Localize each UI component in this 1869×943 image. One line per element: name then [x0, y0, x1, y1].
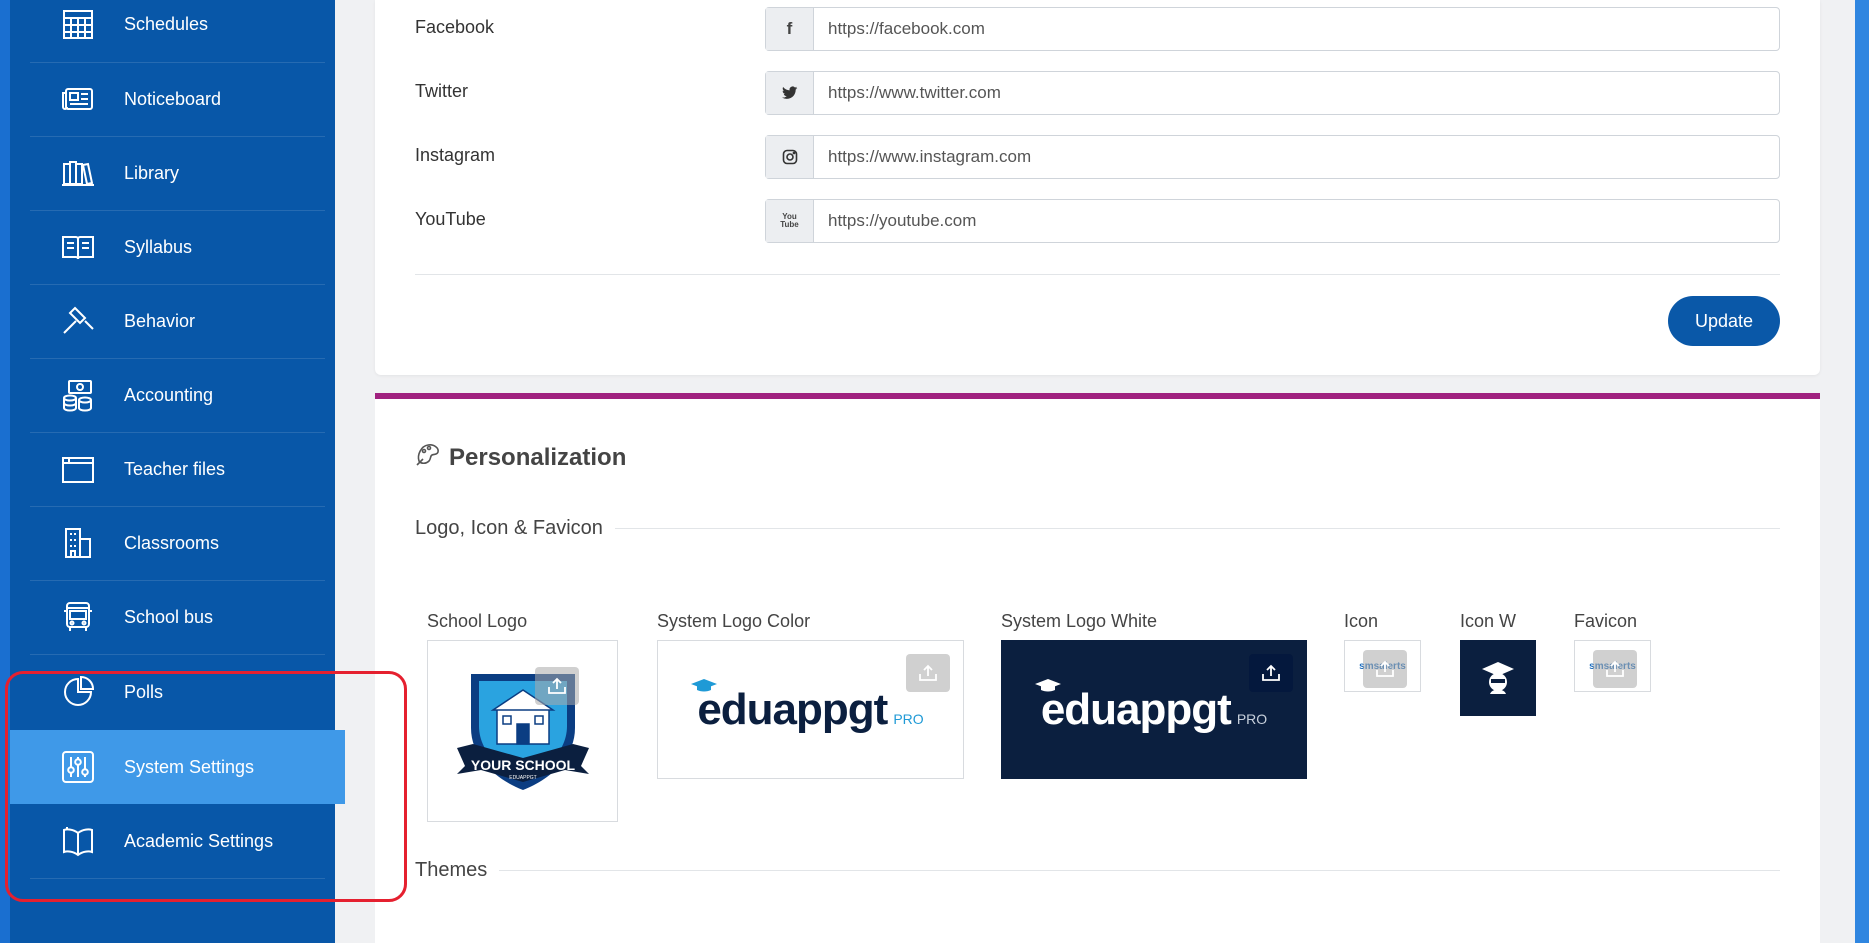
instagram-label: Instagram [415, 145, 496, 165]
logo-section-header: Logo, Icon & Favicon [415, 517, 1780, 540]
upload-icon[interactable] [535, 667, 579, 705]
sidebar-item-label: Noticeboard [124, 88, 222, 109]
twitter-input-group [765, 71, 1780, 115]
school-logo-preview[interactable]: YOUR SCHOOL EDUAPPGT [427, 640, 618, 822]
sidebar-item-accounting[interactable]: Accounting [10, 358, 325, 432]
sidebar-item-schedules[interactable]: Schedules [10, 0, 325, 61]
bus-icon [60, 599, 96, 635]
instagram-icon [766, 136, 814, 178]
svg-text:YOUR SCHOOL: YOUR SCHOOL [470, 757, 575, 773]
icon-w-preview[interactable] [1460, 640, 1536, 716]
twitter-url-field[interactable] [814, 72, 1779, 114]
scrollbar-track[interactable] [1855, 0, 1869, 943]
palette-icon [415, 441, 441, 474]
icon-block: Icon smsalerts [1344, 611, 1421, 692]
sidebar-item-behavior[interactable]: Behavior [10, 284, 325, 358]
youtube-icon: You Tube [766, 200, 814, 242]
sidebar-item-label: Classrooms [124, 532, 220, 553]
favicon-preview[interactable]: smsalerts [1574, 640, 1651, 692]
gavel-icon [60, 303, 96, 339]
icon-label: Icon [1344, 611, 1379, 631]
youtube-url-field[interactable] [814, 200, 1779, 242]
brand-logo: eduappgt PRO [1034, 678, 1267, 735]
graduation-cap-icon [691, 678, 718, 698]
sidebar-item-noticeboard[interactable]: Noticeboard [10, 62, 325, 136]
social-links-card: Facebook f Twitter Instagram YouTube You… [375, 0, 1820, 375]
instagram-input-group [765, 135, 1780, 179]
school-logo-label: School Logo [427, 611, 528, 631]
sidebar-item-label: Accounting [124, 384, 214, 405]
facebook-row: Facebook f [415, 7, 1785, 51]
youtube-row: YouTube You Tube [415, 199, 1785, 243]
sidebar-item-syllabus[interactable]: Syllabus [10, 210, 325, 284]
graduation-cap-icon [1034, 678, 1061, 698]
personalization-title: Personalization [449, 443, 627, 471]
building-icon [60, 525, 96, 561]
newspaper-icon [60, 81, 96, 117]
sidebar-item-library[interactable]: Library [10, 136, 325, 210]
icon-w-block: Icon W [1460, 611, 1536, 716]
sidebar-item-teacher-files[interactable]: Teacher files [10, 432, 325, 506]
sidebar-item-classrooms[interactable]: Classrooms [10, 506, 325, 580]
sidebar-item-label: Syllabus [124, 236, 193, 257]
svg-text:EDUAPPGT: EDUAPPGT [509, 775, 537, 781]
twitter-icon [766, 72, 814, 114]
school-logo-block: School Logo YOUR SCHOOL EDUAPPGT [427, 611, 618, 822]
system-logo-color-preview[interactable]: eduappgt PRO [657, 640, 964, 779]
personalization-card: Personalization Logo, Icon & Favicon Sch… [375, 393, 1820, 943]
twitter-label: Twitter [415, 81, 469, 101]
system-logo-white-block: System Logo White eduappgt PRO [1001, 611, 1307, 779]
sidebar-item-label: School bus [124, 606, 214, 627]
sidebar-item-label: Schedules [124, 13, 209, 34]
system-logo-white-preview[interactable]: eduappgt PRO [1001, 640, 1307, 779]
facebook-url-field[interactable] [814, 8, 1779, 50]
system-logo-white-label: System Logo White [1001, 611, 1158, 631]
sidebar-item-school-bus[interactable]: School bus [10, 580, 325, 654]
icon-preview[interactable]: smsalerts [1344, 640, 1421, 692]
divider [415, 274, 1780, 275]
upload-icon[interactable] [1363, 650, 1407, 688]
favicon-block: Favicon smsalerts [1574, 611, 1651, 692]
books-icon [60, 155, 96, 191]
calendar-icon [60, 6, 96, 42]
youtube-label: YouTube [415, 209, 486, 229]
open-book-icon [60, 229, 96, 265]
brand-logo: eduappgt PRO [691, 678, 924, 735]
instagram-row: Instagram [415, 135, 1785, 179]
twitter-row: Twitter [415, 71, 1785, 115]
icon-w-label: Icon W [1460, 611, 1517, 631]
sidebar-item-label: Behavior [124, 310, 196, 331]
update-button[interactable]: Update [1668, 296, 1780, 346]
upload-icon[interactable] [1593, 650, 1637, 688]
facebook-input-group: f [765, 7, 1780, 51]
instagram-url-field[interactable] [814, 136, 1779, 178]
folder-icon [60, 451, 96, 487]
facebook-icon: f [766, 8, 814, 50]
themes-section-header: Themes [415, 859, 1780, 882]
themes-section-title: Themes [415, 859, 488, 881]
youtube-input-group: You Tube [765, 199, 1780, 243]
logo-section-title: Logo, Icon & Favicon [415, 517, 603, 539]
upload-icon[interactable] [906, 654, 950, 692]
system-logo-color-block: System Logo Color eduappgt PRO [657, 611, 964, 779]
highlight-annotation [5, 671, 407, 902]
sidebar-item-label: Teacher files [124, 458, 226, 479]
money-icon [60, 377, 96, 413]
upload-icon[interactable] [1249, 654, 1293, 692]
facebook-label: Facebook [415, 17, 495, 37]
system-logo-color-label: System Logo Color [657, 611, 811, 631]
sidebar-item-label: Library [124, 162, 180, 183]
favicon-label: Favicon [1574, 611, 1638, 631]
section-title: Personalization [415, 441, 626, 474]
